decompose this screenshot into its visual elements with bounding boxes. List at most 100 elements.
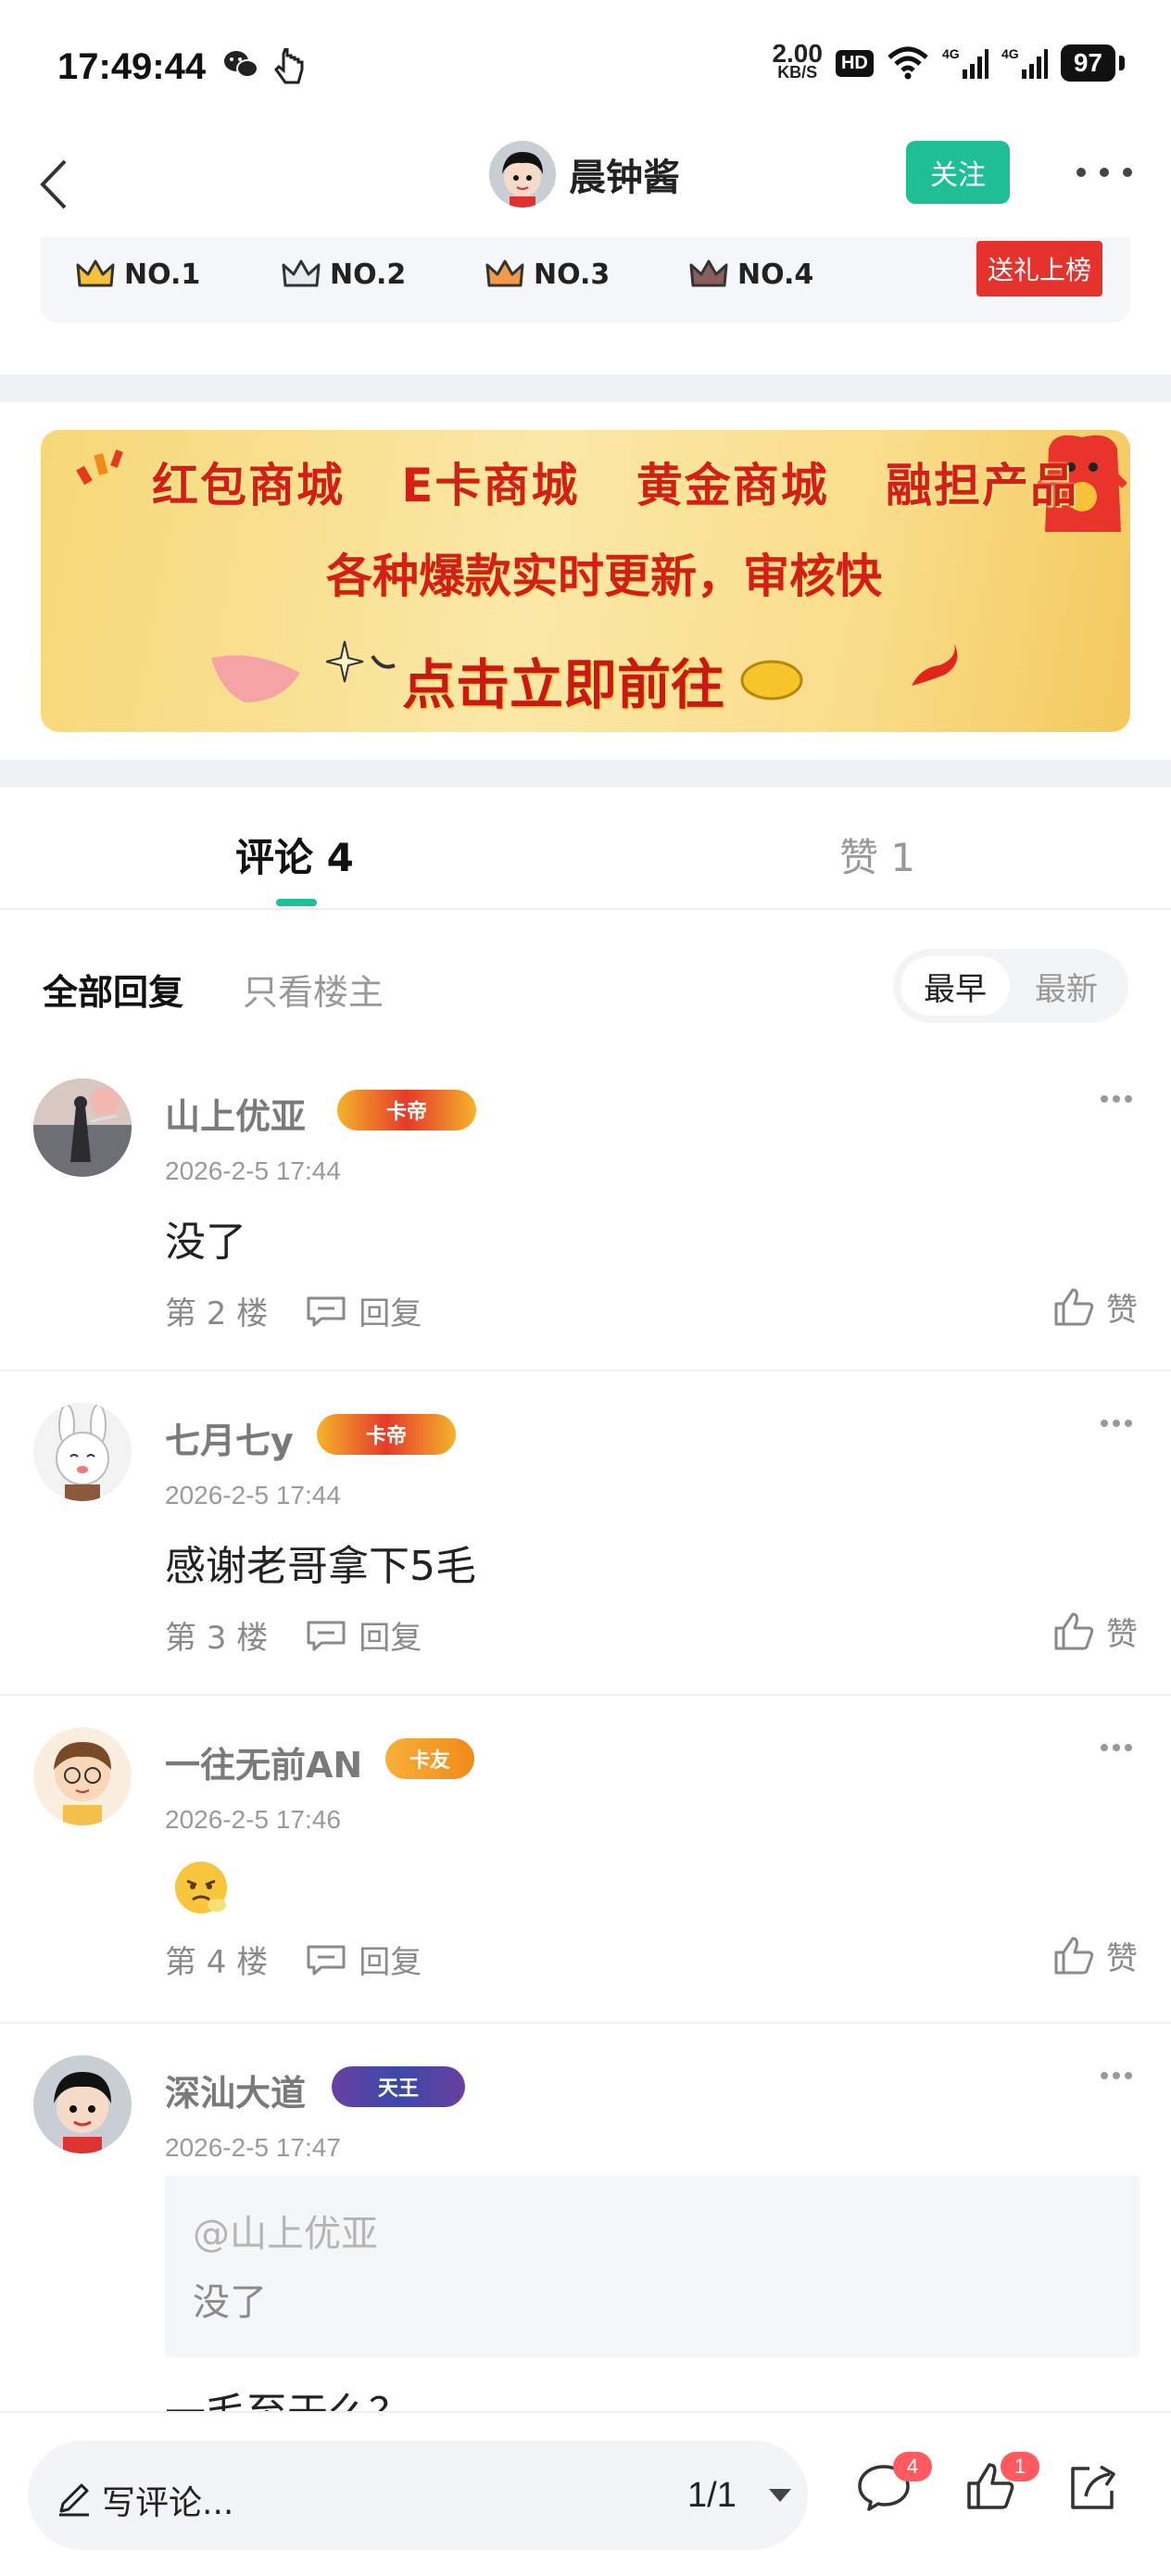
page-indicator[interactable]: 1/1 bbox=[687, 2476, 737, 2516]
commenter-avatar[interactable] bbox=[33, 1727, 132, 1825]
floor-number: 第 2 楼 bbox=[165, 1295, 269, 1332]
commenter-name[interactable]: 深汕大道 bbox=[165, 2065, 306, 2115]
level-badge: 卡帝 bbox=[337, 1090, 476, 1130]
emoji-sticker-icon bbox=[175, 1862, 227, 1913]
network-speed: 2.00 KB/S bbox=[772, 39, 823, 82]
wechat-icon bbox=[224, 51, 258, 78]
banner-subtitle: 各种爆款实时更新，审核快 bbox=[326, 549, 882, 603]
battery-indicator: 97 bbox=[1060, 44, 1126, 82]
sparkle-icon bbox=[76, 449, 123, 486]
more-options-button[interactable] bbox=[1077, 154, 1132, 191]
tab-comments[interactable]: 评论 4 bbox=[235, 827, 354, 883]
banner-cta[interactable]: 点击立即前往 bbox=[402, 641, 724, 719]
comment-more-button[interactable] bbox=[1101, 1095, 1132, 1105]
wifi-icon bbox=[888, 46, 928, 80]
signal-icon-2: 4G bbox=[1001, 46, 1048, 79]
comment-item: 深汕大道 天王 2026-2-5 17:47 @山上优亚 没了 一毛至于么？ bbox=[0, 2055, 1171, 2411]
gift-rank-card: NO.1 NO.2 NO.3 NO.4 送礼上榜 bbox=[41, 237, 1130, 322]
quoted-user[interactable]: @山上优亚 bbox=[193, 2203, 378, 2257]
filter-all-replies[interactable]: 全部回复 bbox=[43, 964, 183, 1015]
chevron-down-icon[interactable] bbox=[769, 2489, 791, 2502]
reply-button[interactable]: 回复 bbox=[305, 1937, 422, 1982]
signal-icon-1: 4G bbox=[942, 46, 988, 79]
section-divider bbox=[0, 760, 1171, 788]
rank-item[interactable]: NO.3 bbox=[485, 258, 610, 291]
sort-earliest-button[interactable]: 最早 bbox=[900, 956, 1010, 1016]
sort-toggle: 最早 最新 bbox=[893, 949, 1128, 1023]
filter-owner-only[interactable]: 只看楼主 bbox=[243, 964, 384, 1015]
author-name[interactable]: 晨钟酱 bbox=[569, 147, 680, 201]
quoted-text: 没了 bbox=[193, 2281, 267, 2324]
banner-categories: 红包商城 E卡商城 黄金商城 融担产品 bbox=[152, 459, 1078, 512]
promo-banner[interactable]: 红包商城 E卡商城 黄金商城 融担产品 各种爆款实时更新，审核快 点击立即前往 bbox=[41, 430, 1130, 732]
reply-button[interactable]: 回复 bbox=[305, 1612, 422, 1658]
bottom-action-bar: 写评论... 1/1 4 1 bbox=[0, 2411, 1171, 2576]
comment-date: 2026-2-5 17:44 bbox=[165, 1481, 341, 1509]
back-button[interactable] bbox=[26, 143, 82, 226]
comment-meta: 第 2 楼 回复 bbox=[165, 1288, 422, 1333]
reply-filter-row: 全部回复 只看楼主 最早 最新 bbox=[0, 941, 1171, 1030]
level-badge: 天王 bbox=[332, 2066, 465, 2107]
reply-icon bbox=[307, 1296, 346, 1326]
thumbs-up-icon bbox=[1054, 1612, 1094, 1649]
comment-date: 2026-2-5 17:44 bbox=[165, 1156, 341, 1185]
commenter-name[interactable]: 一往无前AN bbox=[165, 1736, 362, 1787]
write-comment-input[interactable]: 写评论... 1/1 bbox=[28, 2441, 808, 2550]
commenter-name[interactable]: 七月七y bbox=[165, 1412, 294, 1463]
rank-item[interactable]: NO.1 bbox=[76, 258, 200, 291]
status-time: 17:49:44 bbox=[57, 46, 207, 87]
comment-text: 没了 bbox=[165, 1219, 246, 1266]
svg-text:4G: 4G bbox=[942, 46, 960, 61]
hd-icon: HD bbox=[835, 49, 874, 77]
share-button[interactable] bbox=[1065, 2461, 1130, 2526]
like-count-badge: 1 bbox=[1001, 2452, 1039, 2481]
like-button[interactable]: 赞 bbox=[1052, 1933, 1138, 1978]
share-icon bbox=[1071, 2465, 1115, 2509]
reply-button[interactable]: 回复 bbox=[305, 1288, 422, 1333]
svg-text:4G: 4G bbox=[1001, 46, 1019, 61]
gift-rank-button[interactable]: 送礼上榜 bbox=[976, 241, 1102, 297]
commenter-avatar[interactable] bbox=[33, 1079, 132, 1177]
comment-more-button[interactable] bbox=[1101, 1744, 1132, 1753]
comment-text: 一毛至于么？ bbox=[165, 2380, 409, 2411]
crown-silver-icon bbox=[282, 259, 321, 287]
comment-item: 一往无前AN 卡友 2026-2-5 17:46 第 4 楼 回复 赞 bbox=[0, 1727, 1171, 2024]
like-post-button[interactable]: 1 bbox=[963, 2452, 1039, 2526]
more-dot-icon bbox=[1077, 168, 1086, 177]
nav-bar: 晨钟酱 关注 bbox=[0, 130, 1171, 250]
rank-item[interactable]: NO.4 bbox=[689, 258, 813, 291]
comment-more-button[interactable] bbox=[1101, 2072, 1132, 2081]
notification-icons bbox=[222, 48, 304, 85]
tab-active-indicator bbox=[276, 899, 317, 906]
crown-bronze-icon bbox=[485, 259, 524, 287]
comment-count-badge: 4 bbox=[893, 2452, 932, 2481]
level-badge: 卡帝 bbox=[317, 1414, 456, 1455]
rank-item[interactable]: NO.2 bbox=[282, 258, 406, 291]
comment-item: 山上优亚 卡帝 2026-2-5 17:44 没了 第 2 楼 回复 赞 bbox=[0, 1079, 1171, 1371]
sort-latest-button[interactable]: 最新 bbox=[1012, 956, 1121, 1016]
comment-more-button[interactable] bbox=[1101, 1420, 1132, 1429]
floor-number: 第 4 楼 bbox=[165, 1944, 269, 1981]
ribbon-red-icon bbox=[912, 643, 958, 686]
like-button[interactable]: 赞 bbox=[1052, 1284, 1138, 1330]
commenter-name[interactable]: 山上优亚 bbox=[165, 1088, 306, 1139]
status-bar: 17:49:44 2.00 KB/S HD 4G 4G 97 bbox=[0, 0, 1171, 130]
follow-button[interactable]: 关注 bbox=[906, 141, 1010, 204]
like-button[interactable]: 赞 bbox=[1052, 1609, 1138, 1654]
comment-meta: 第 4 楼 回复 bbox=[165, 1937, 422, 1982]
author-avatar[interactable] bbox=[489, 141, 556, 208]
comments-button[interactable]: 4 bbox=[856, 2452, 932, 2526]
author-info[interactable]: 晨钟酱 bbox=[489, 141, 680, 208]
pencil-icon bbox=[59, 2483, 89, 2517]
star-icon bbox=[326, 640, 396, 683]
gold-coin-icon bbox=[740, 660, 803, 701]
comment-date: 2026-2-5 17:47 bbox=[165, 2133, 341, 2162]
tab-likes[interactable]: 赞 1 bbox=[839, 827, 915, 883]
quoted-reply[interactable]: @山上优亚 没了 bbox=[165, 2176, 1140, 2357]
commenter-avatar[interactable] bbox=[33, 1403, 132, 1501]
crown-gold-icon bbox=[76, 259, 115, 287]
comment-item: 七月七y 卡帝 2026-2-5 17:44 感谢老哥拿下5毛 第 3 楼 回复… bbox=[0, 1403, 1171, 1696]
crown-icon bbox=[689, 259, 728, 287]
commenter-avatar[interactable] bbox=[33, 2055, 132, 2153]
content-tabs: 评论 4 赞 1 bbox=[0, 788, 1171, 910]
